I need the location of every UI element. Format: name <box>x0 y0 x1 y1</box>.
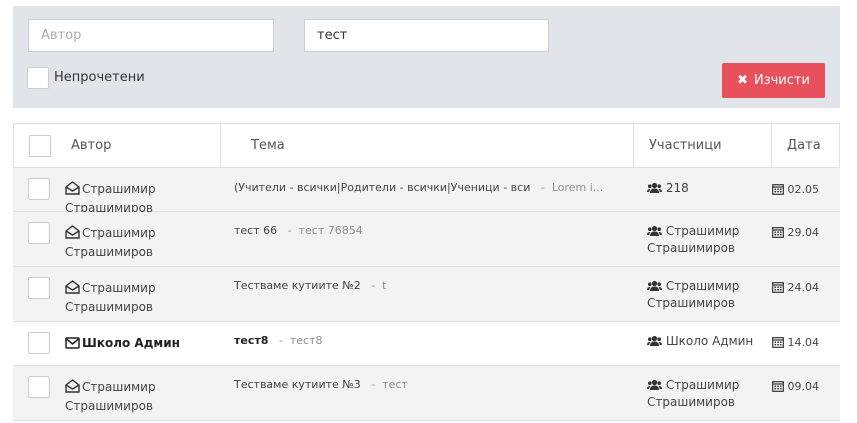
calendar-icon <box>772 380 784 393</box>
column-date[interactable]: Дата <box>787 124 821 167</box>
row-checkbox[interactable] <box>28 332 50 354</box>
column-divider <box>771 124 772 167</box>
column-subject[interactable]: Тема <box>251 124 285 167</box>
row-subject[interactable]: Тестваме кутиите №2 - t <box>234 279 626 292</box>
column-divider <box>220 124 221 167</box>
users-icon <box>647 334 662 348</box>
row-subject[interactable]: тест8 - тест8 <box>234 334 626 347</box>
users-icon <box>647 279 662 293</box>
envelope-open-icon <box>65 378 82 397</box>
row-checkbox[interactable] <box>28 376 50 398</box>
row-date: 14.04 <box>772 336 819 349</box>
users-icon <box>647 378 662 392</box>
filter-panel: Непрочетени ✖ Изчисти <box>13 6 840 108</box>
row-subject[interactable]: тест 66 - тест 76854 <box>234 224 626 237</box>
table-header: Автор Тема Участници Дата <box>13 124 840 168</box>
row-checkbox[interactable] <box>28 178 50 200</box>
unread-label: Непрочетени <box>54 70 145 85</box>
subject-filter-input[interactable] <box>304 19 549 52</box>
row-author: Страшимир Страшимиров <box>65 224 156 259</box>
row-date: 09.04 <box>772 380 819 393</box>
row-date: 24.04 <box>772 281 819 294</box>
author-filter-input[interactable] <box>28 19 274 52</box>
calendar-icon <box>772 336 784 349</box>
envelope-open-icon <box>65 279 82 298</box>
envelope-open-icon <box>65 224 82 243</box>
calendar-icon <box>772 281 784 294</box>
row-date: 02.05 <box>772 183 819 196</box>
table-row[interactable]: Страшимир Страшимиров тест 66 - тест 768… <box>13 212 840 267</box>
clear-button[interactable]: ✖ Изчисти <box>722 63 825 98</box>
table-row[interactable]: Страшимир Страшимиров Тестваме кутиите №… <box>13 366 840 421</box>
envelope-icon <box>65 334 82 353</box>
column-divider <box>633 124 634 167</box>
calendar-icon <box>772 226 784 239</box>
unread-checkbox[interactable] <box>27 67 49 89</box>
select-all-checkbox[interactable] <box>29 135 51 157</box>
clear-button-label: Изчисти <box>753 73 810 88</box>
row-participants: Страшимир Страшимиров <box>647 378 740 409</box>
row-author: Школо Админ <box>65 334 215 353</box>
row-checkbox[interactable] <box>28 277 50 299</box>
row-participants: Страшимир Страшимиров <box>647 279 740 310</box>
times-icon: ✖ <box>737 73 748 88</box>
row-author: Страшимир Страшимиров <box>65 378 156 413</box>
messages-table: Автор Тема Участници Дата Страшимир Стра… <box>13 123 840 421</box>
row-date: 29.04 <box>772 226 819 239</box>
column-author[interactable]: Автор <box>71 124 111 167</box>
table-row[interactable]: Страшимир Страшимиров Тестваме кутиите №… <box>13 267 840 322</box>
row-author: Страшимир Страшимиров <box>65 279 156 314</box>
table-row[interactable]: Страшимир Страшимиров (Учители - всички|… <box>13 168 840 215</box>
table-row[interactable]: Школо Админ тест8 - тест8 Школо Админ 14… <box>13 322 840 366</box>
row-subject[interactable]: (Учители - всички|Родители - всички|Учен… <box>234 181 626 194</box>
row-participants: Школо Админ <box>647 333 772 350</box>
calendar-icon <box>772 183 784 196</box>
column-participants[interactable]: Участници <box>649 124 722 167</box>
users-icon <box>647 224 662 238</box>
envelope-open-icon <box>65 180 82 199</box>
row-participants: 218 <box>647 180 772 197</box>
row-participants: Страшимир Страшимиров <box>647 224 740 255</box>
users-icon <box>647 181 662 195</box>
row-subject[interactable]: Тестваме кутиите №3 - тест <box>234 378 626 391</box>
row-checkbox[interactable] <box>28 222 50 244</box>
